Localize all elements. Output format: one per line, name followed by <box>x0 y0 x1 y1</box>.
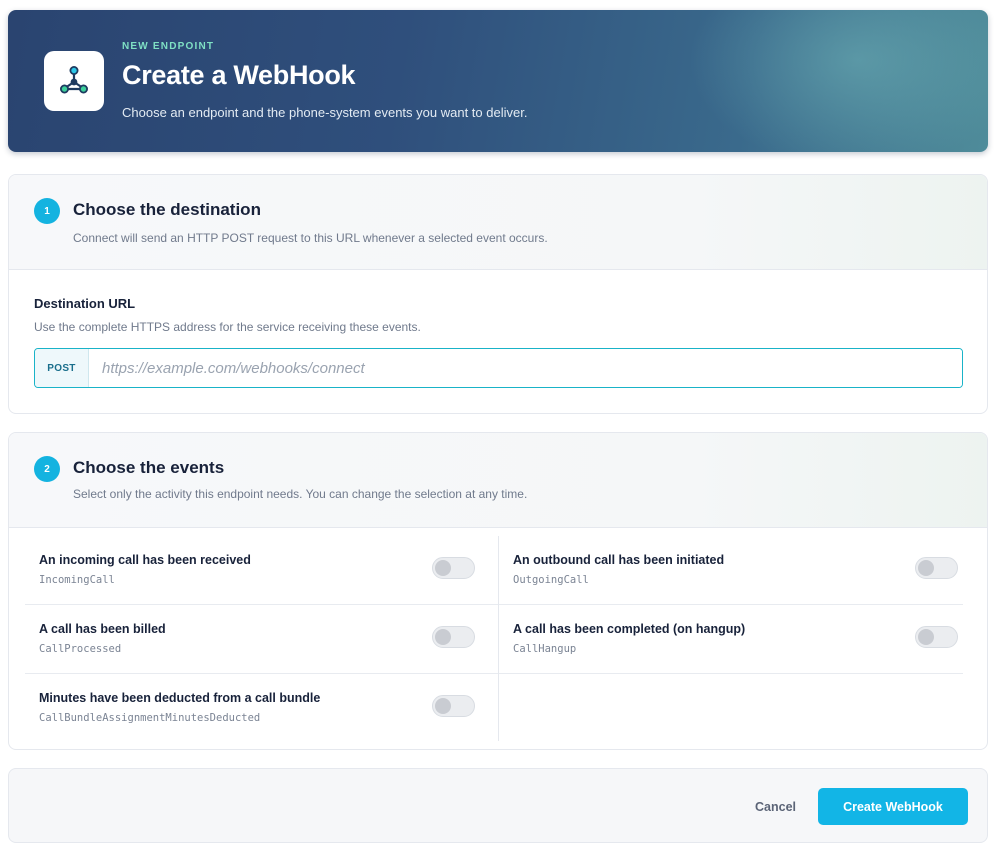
event-title: An outbound call has been initiated <box>513 553 725 567</box>
event-code: CallProcessed <box>39 643 122 655</box>
step-badge-1: 1 <box>34 198 60 224</box>
destination-description: Connect will send an HTTP POST request t… <box>73 231 548 245</box>
page-title: Create a WebHook <box>122 60 356 90</box>
event-toggle-call-bundle-minutes[interactable] <box>432 695 475 717</box>
destination-section: 1 Choose the destination Connect will se… <box>8 174 988 414</box>
event-code: CallHangup <box>513 643 577 655</box>
toggle-knob <box>918 560 934 576</box>
event-toggle-outgoing-call[interactable] <box>915 557 958 579</box>
event-call-processed: A call has been billed CallProcessed <box>25 605 498 674</box>
event-code: IncomingCall <box>39 574 115 586</box>
cancel-button[interactable]: Cancel <box>743 789 808 825</box>
events-description: Select only the activity this endpoint n… <box>73 487 528 501</box>
events-title: Choose the events <box>73 458 225 477</box>
event-title: Minutes have been deducted from a call b… <box>39 691 321 705</box>
event-call-hangup: A call has been completed (on hangup) Ca… <box>499 605 963 674</box>
event-incoming-call: An incoming call has been received Incom… <box>25 536 498 605</box>
destination-title: Choose the destination <box>73 200 261 219</box>
event-toggle-call-hangup[interactable] <box>915 626 958 648</box>
event-code: CallBundleAssignmentMinutesDeducted <box>39 712 261 724</box>
event-title: A call has been billed <box>39 622 166 636</box>
toggle-knob <box>918 629 934 645</box>
event-call-bundle-minutes: Minutes have been deducted from a call b… <box>25 674 498 743</box>
toggle-knob <box>435 698 451 714</box>
http-method-badge: POST <box>35 349 89 387</box>
event-toggle-call-processed[interactable] <box>432 626 475 648</box>
event-toggle-incoming-call[interactable] <box>432 557 475 579</box>
toggle-knob <box>435 629 451 645</box>
event-code: OutgoingCall <box>513 574 589 586</box>
events-section: 2 Choose the events Select only the acti… <box>8 432 988 750</box>
destination-section-header: 1 Choose the destination Connect will se… <box>9 175 987 270</box>
destination-url-help: Use the complete HTTPS address for the s… <box>34 320 421 334</box>
event-title: An incoming call has been received <box>39 553 251 567</box>
page-subtitle: Choose an endpoint and the phone-system … <box>122 105 528 120</box>
destination-url-label: Destination URL <box>34 296 136 311</box>
destination-url-input[interactable] <box>89 349 962 387</box>
create-webhook-button[interactable]: Create WebHook <box>818 788 968 825</box>
webhook-nodes-icon <box>44 51 104 111</box>
toggle-knob <box>435 560 451 576</box>
destination-url-group: POST <box>34 348 963 388</box>
form-footer: Cancel Create WebHook <box>8 768 988 843</box>
events-section-header: 2 Choose the events Select only the acti… <box>9 433 987 528</box>
event-title: A call has been completed (on hangup) <box>513 622 746 636</box>
event-outgoing-call: An outbound call has been initiated Outg… <box>499 536 963 605</box>
page-header: NEW ENDPOINT Create a WebHook Choose an … <box>8 10 988 152</box>
header-eyebrow: NEW ENDPOINT <box>122 41 215 52</box>
step-badge-2: 2 <box>34 456 60 482</box>
